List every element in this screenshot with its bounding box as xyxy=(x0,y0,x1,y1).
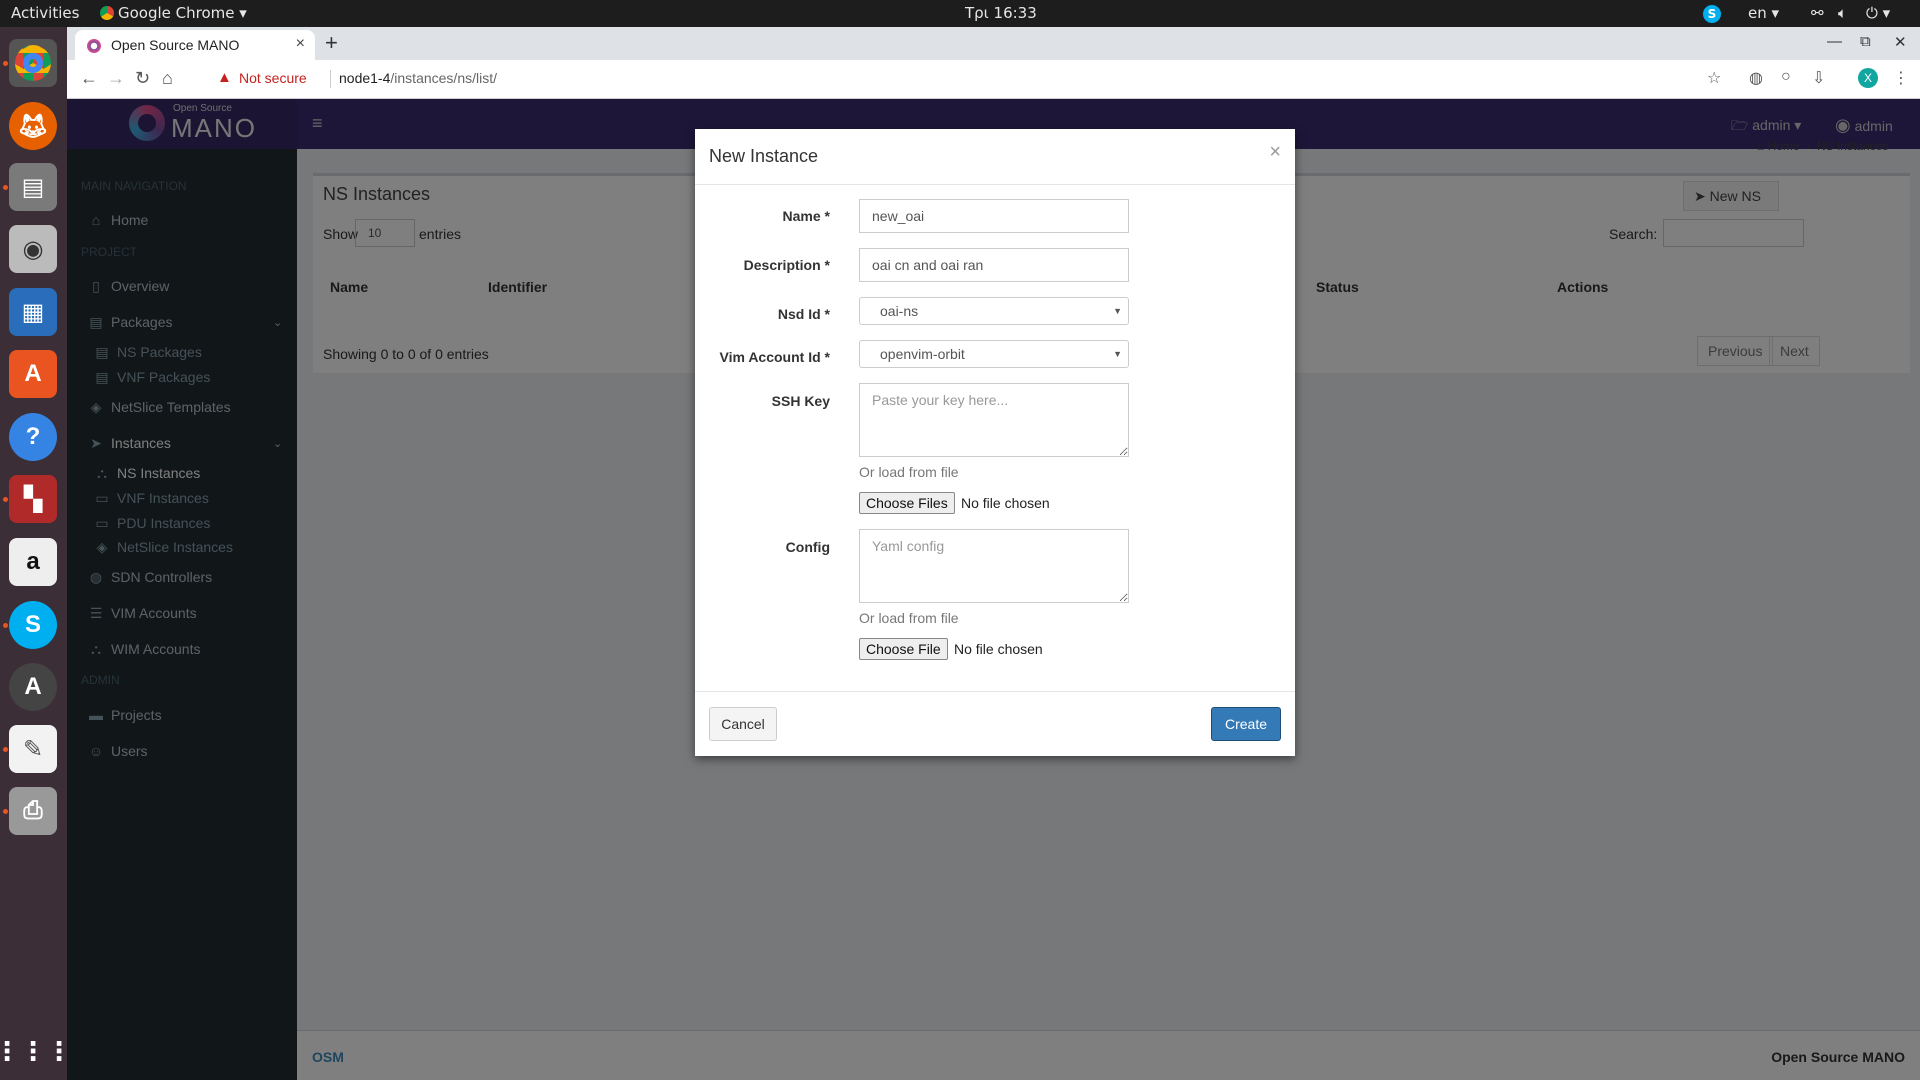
clock[interactable]: Τρι 16:33 xyxy=(965,4,1037,22)
name-label: Name * xyxy=(782,208,830,224)
caret-down-icon: ▼ xyxy=(1113,349,1122,359)
config-choose-file-button[interactable]: Choose File xyxy=(859,638,948,660)
url-host: node1-4 xyxy=(339,70,391,86)
new-tab-icon[interactable]: + xyxy=(325,30,338,56)
show-apps-icon[interactable]: ⋮⋮⋮ xyxy=(0,1027,72,1075)
help-launcher-icon[interactable]: ? xyxy=(9,413,57,461)
home-icon[interactable]: ⌂ xyxy=(162,68,173,89)
modal-divider xyxy=(695,691,1295,692)
tab-strip: Open Source MANO × + — ⧉ ✕ xyxy=(67,27,1920,60)
terminal-launcher-icon[interactable]: ▚ xyxy=(9,475,57,523)
bookmark-star-icon[interactable]: ☆ xyxy=(1707,68,1721,88)
caret-down-icon: ▼ xyxy=(1113,306,1122,316)
forward-icon[interactable]: → xyxy=(107,68,125,89)
app-menu-label: Google Chrome xyxy=(118,4,235,22)
extension-circle-icon[interactable]: ○ xyxy=(1781,68,1791,86)
language-indicator[interactable]: en ▾ xyxy=(1748,4,1779,22)
url-path: /instances/ns/list/ xyxy=(390,70,497,86)
extension-globe-icon[interactable]: ◍ xyxy=(1749,68,1763,88)
language-label: en xyxy=(1748,4,1767,22)
address-bar[interactable]: ▲ Not secure node1-4/instances/ns/list/ xyxy=(207,65,1847,93)
power-icon[interactable]: ⏻ ▾ xyxy=(1866,4,1890,22)
ssh-choose-files-button[interactable]: Choose Files xyxy=(859,492,955,514)
new-instance-modal: New Instance × Name * Description * Nsd … xyxy=(695,129,1295,756)
caret-down-icon: ▾ xyxy=(239,4,247,22)
tab-title: Open Source MANO xyxy=(111,37,240,53)
activities-button[interactable]: Activities xyxy=(11,4,79,22)
skype-launcher-icon[interactable]: S xyxy=(9,601,57,649)
close-tab-icon[interactable]: × xyxy=(296,35,305,53)
network-icon[interactable]: ⚯ xyxy=(1811,4,1824,22)
files-launcher-icon[interactable]: ▤ xyxy=(9,163,57,211)
ssh-file-status: No file chosen xyxy=(961,495,1050,511)
vim-account-value: openvim-orbit xyxy=(880,346,965,362)
running-indicator xyxy=(3,809,8,814)
modal-title: New Instance xyxy=(709,146,819,166)
chrome-small-icon xyxy=(100,6,114,20)
config-file-status: No file chosen xyxy=(954,641,1043,657)
nsd-id-value: oai-ns xyxy=(880,303,919,319)
firefox-launcher-icon[interactable]: 🦊︎ xyxy=(9,102,57,150)
config-textarea[interactable] xyxy=(859,529,1129,603)
description-label: Description * xyxy=(743,257,830,273)
osm-favicon-icon xyxy=(87,39,101,53)
config-load-help: Or load from file xyxy=(859,610,959,626)
running-indicator xyxy=(3,185,8,190)
running-indicator xyxy=(3,61,8,66)
running-indicator xyxy=(3,747,8,752)
browser-window: Open Source MANO × + — ⧉ ✕ ← → ↻ ⌂ ▲ Not… xyxy=(67,27,1920,99)
profile-avatar[interactable]: X xyxy=(1858,68,1878,88)
running-indicator xyxy=(3,623,8,628)
running-indicator xyxy=(3,497,8,502)
create-button[interactable]: Create xyxy=(1211,707,1281,741)
chrome-launcher-icon[interactable] xyxy=(9,39,57,87)
caret-down-icon: ▾ xyxy=(1771,4,1780,22)
browser-toolbar: ← → ↻ ⌂ ▲ Not secure node1-4/instances/n… xyxy=(67,60,1920,99)
warning-icon: ▲ xyxy=(217,69,232,86)
browser-tab-active[interactable]: Open Source MANO × xyxy=(75,30,315,60)
cancel-button[interactable]: Cancel xyxy=(709,707,777,741)
scanner-launcher-icon[interactable]: ⎙ xyxy=(9,787,57,835)
minimize-icon[interactable]: — xyxy=(1827,33,1842,50)
extension-download-icon[interactable]: ⇩ xyxy=(1812,68,1825,88)
ubuntu-dock: 🦊︎ ▤ ◉ ▦ A ? ▚ a S A ✎ ⎙ ⋮⋮⋮ xyxy=(0,27,72,1080)
address-separator xyxy=(330,70,331,88)
skype-tray-icon[interactable]: S xyxy=(1703,4,1721,23)
volume-icon[interactable]: 🔈︎ xyxy=(1838,4,1847,22)
chrome-menu-icon[interactable]: ⋮ xyxy=(1893,68,1909,88)
ssh-load-help: Or load from file xyxy=(859,464,959,480)
reload-icon[interactable]: ↻ xyxy=(135,68,150,89)
back-icon[interactable]: ← xyxy=(80,68,98,89)
not-secure-label[interactable]: Not secure xyxy=(239,70,307,86)
modal-divider xyxy=(695,184,1295,185)
vim-account-label: Vim Account Id * xyxy=(719,349,830,365)
close-window-icon[interactable]: ✕ xyxy=(1894,33,1907,51)
text-editor-launcher-icon[interactable]: ✎ xyxy=(9,725,57,773)
name-input[interactable] xyxy=(859,199,1129,233)
app-menu[interactable]: Google Chrome ▾ xyxy=(100,4,247,22)
ssh-key-textarea[interactable] xyxy=(859,383,1129,457)
software-launcher-icon[interactable]: A xyxy=(9,350,57,398)
nsd-id-label: Nsd Id * xyxy=(777,306,830,322)
restore-icon[interactable]: ⧉ xyxy=(1860,33,1871,50)
config-label: Config xyxy=(785,539,830,555)
system-top-bar: Activities Google Chrome ▾ Τρι 16:33 S e… xyxy=(0,0,1920,27)
updater-launcher-icon[interactable]: A xyxy=(9,663,57,711)
amazon-launcher-icon[interactable]: a xyxy=(9,538,57,586)
close-icon[interactable]: × xyxy=(1269,141,1281,164)
nsd-id-select[interactable]: oai-ns ▼ xyxy=(859,297,1129,325)
vim-account-select[interactable]: openvim-orbit ▼ xyxy=(859,340,1129,368)
description-input[interactable] xyxy=(859,248,1129,282)
url-text[interactable]: node1-4/instances/ns/list/ xyxy=(339,70,497,86)
ssh-key-label: SSH Key xyxy=(771,393,830,409)
writer-launcher-icon[interactable]: ▦ xyxy=(9,288,57,336)
rhythmbox-launcher-icon[interactable]: ◉ xyxy=(9,225,57,273)
